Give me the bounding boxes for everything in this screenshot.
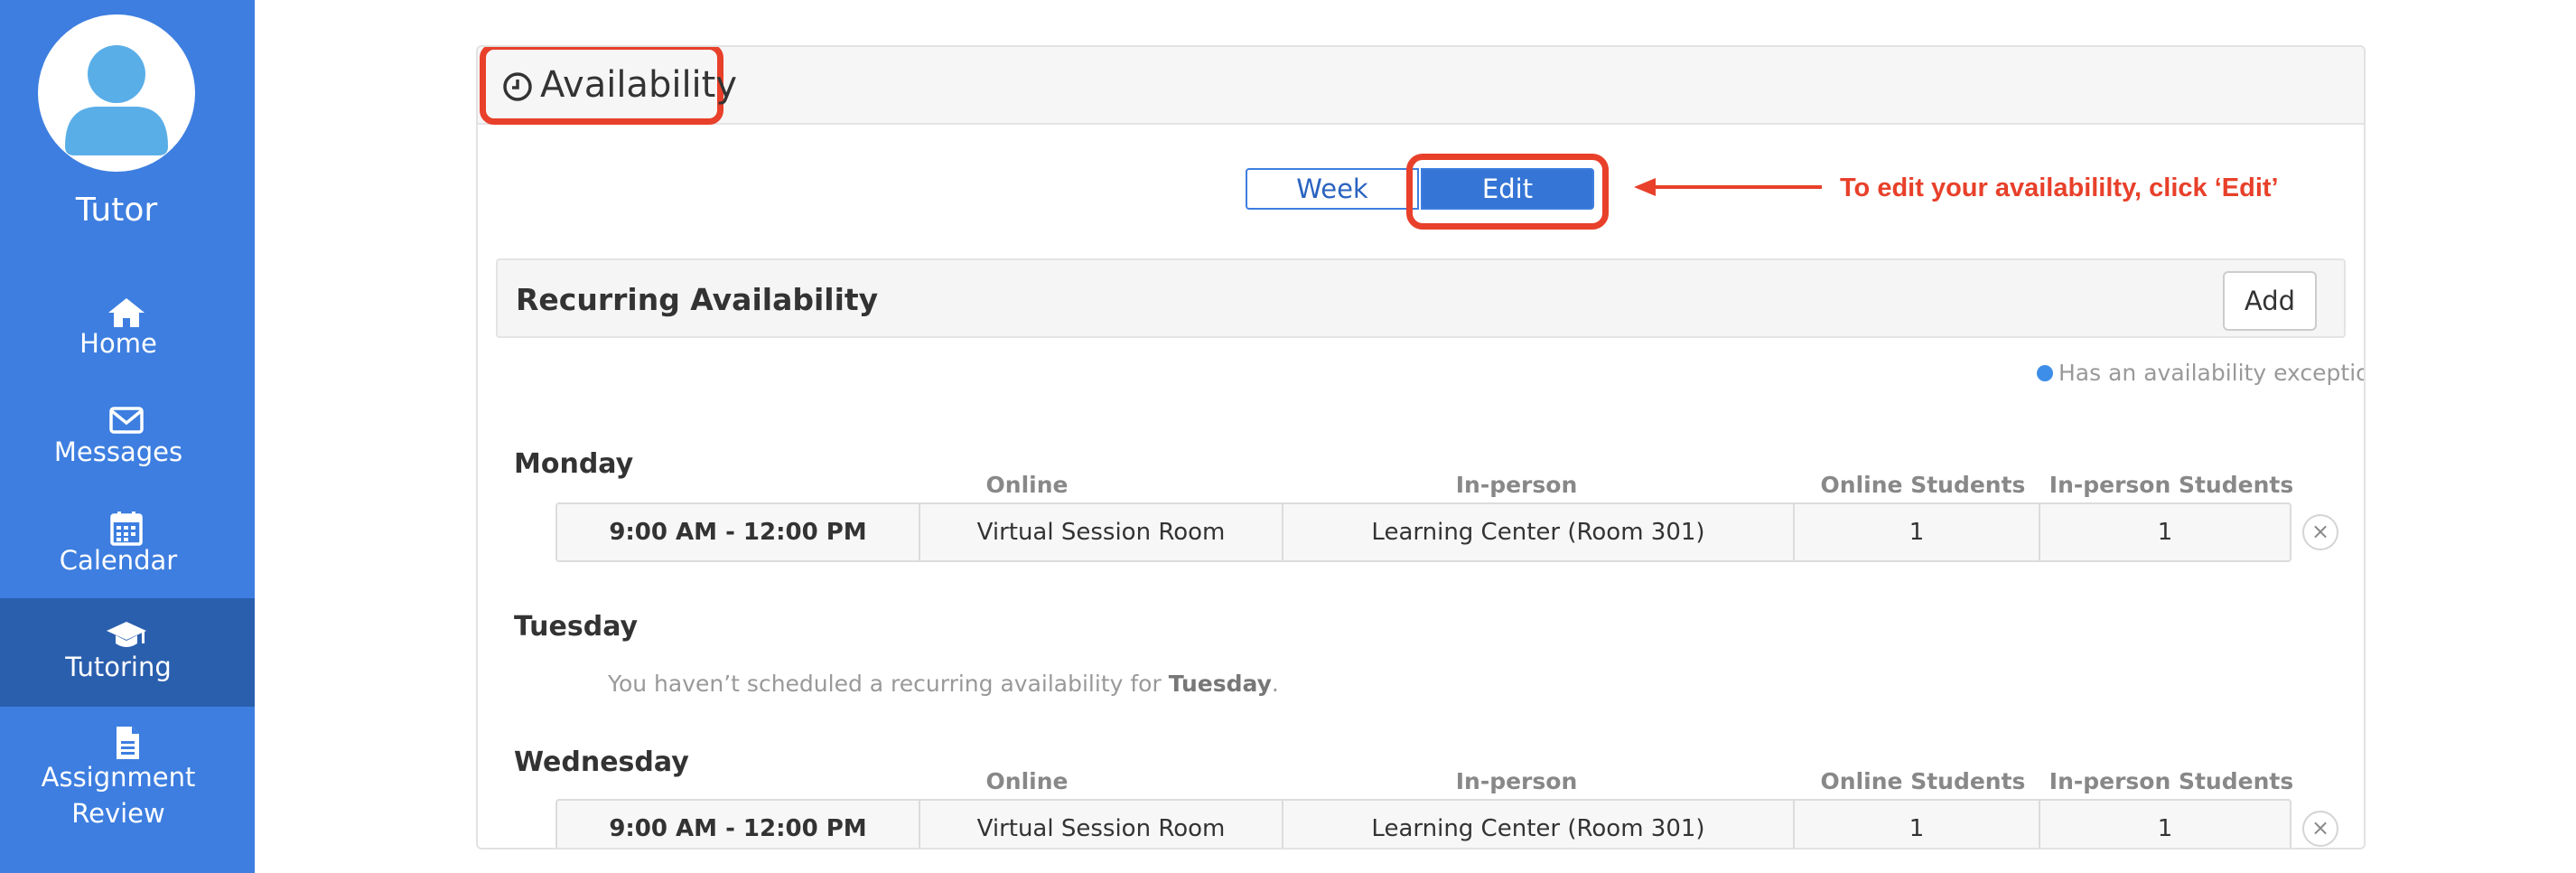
column-header-online: Online: [985, 768, 1069, 794]
slot-in-person-students: 1: [2157, 519, 2173, 546]
page-title: Availability: [540, 64, 738, 106]
week-toggle-button[interactable]: Week: [1246, 168, 1419, 210]
legend-text: Has an availability exception: [2058, 360, 2366, 386]
edit-highlight: [1406, 154, 1609, 230]
sidebar-item-messages[interactable]: Messages: [0, 385, 255, 493]
column-header-online-students: Online Students: [1820, 768, 2026, 794]
sidebar-item-tutoring[interactable]: Tutoring: [0, 598, 255, 707]
slot-online-location: Virtual Session Room: [920, 801, 1283, 848]
remove-slot-button[interactable]: ×: [2302, 811, 2338, 847]
column-header-in-person-students: In-person Students: [2049, 768, 2294, 794]
graduation-cap-icon: [107, 622, 146, 647]
document-icon: [117, 727, 139, 759]
legend: Has an availability exception: [2037, 360, 2366, 386]
day-title-wednesday: Wednesday: [514, 746, 689, 778]
avatar[interactable]: [38, 14, 195, 172]
slot-online-students: 1: [1795, 801, 2040, 848]
day-title-monday: Monday: [514, 448, 634, 480]
user-role: Tutor: [75, 192, 158, 229]
column-header-online: Online: [985, 472, 1069, 498]
slot-in-person-students: 1: [2157, 815, 2173, 842]
close-icon: ×: [2310, 815, 2330, 840]
empty-note-suffix: .: [1271, 671, 1279, 697]
sidebar-item-label: Assignment Review: [41, 762, 196, 829]
slot-in-person-location: Learning Center (Room 301): [1283, 504, 1795, 560]
calendar-icon: [110, 512, 143, 546]
column-header-online-students: Online Students: [1820, 472, 2026, 498]
slot-in-person-location: Learning Center (Room 301): [1283, 801, 1795, 848]
column-header-in-person: In-person: [1455, 472, 1578, 498]
recurring-availability-header: Recurring Availability Add: [496, 258, 2346, 338]
empty-availability-note: You haven’t scheduled a recurring availa…: [608, 671, 1279, 697]
title-highlight: Availability: [480, 47, 737, 125]
sidebar-item-home[interactable]: Home: [0, 277, 255, 385]
close-icon: ×: [2310, 519, 2330, 544]
sidebar-item-label: Home: [79, 328, 157, 359]
empty-note-day: Tuesday: [1168, 671, 1272, 697]
card-header: Availability: [478, 47, 2364, 125]
slot-online-location: Virtual Session Room: [920, 504, 1283, 560]
sidebar: Tutor Home Messages Calendar Tutoring As…: [0, 0, 255, 873]
empty-note-text: You haven’t scheduled a recurring availa…: [608, 671, 1169, 697]
sidebar-item-label: Messages: [53, 436, 183, 467]
slot-time: 9:00 AM - 12:00 PM: [557, 801, 920, 848]
table-row[interactable]: 9:00 AM - 12:00 PM Virtual Session Room …: [555, 799, 2291, 848]
sidebar-item-calendar[interactable]: Calendar: [0, 493, 255, 602]
table-row[interactable]: 9:00 AM - 12:00 PM Virtual Session Room …: [555, 502, 2291, 562]
section-title: Recurring Availability: [516, 282, 879, 317]
slot-time: 9:00 AM - 12:00 PM: [557, 504, 920, 560]
add-button[interactable]: Add: [2223, 271, 2317, 331]
exception-dot-icon: [2037, 365, 2053, 381]
sidebar-item-label: Tutoring: [65, 652, 172, 682]
user-avatar-icon: [65, 45, 168, 155]
day-title-tuesday: Tuesday: [514, 611, 639, 643]
arrow-left-icon: [1634, 178, 1822, 196]
slot-online-students: 1: [1795, 504, 2040, 560]
column-header-in-person: In-person: [1455, 768, 1578, 794]
column-header-in-person-students: In-person Students: [2049, 472, 2294, 498]
sidebar-item-assignment-review[interactable]: Assignment Review: [0, 707, 255, 842]
clock-icon: [503, 72, 532, 101]
sidebar-item-label: Calendar: [59, 545, 178, 576]
remove-slot-button[interactable]: ×: [2302, 514, 2338, 550]
edit-instruction: To edit your availabililty, click ‘Edit’: [1840, 174, 2279, 202]
availability-card: Availability Week Edit To edit your avai…: [476, 45, 2366, 850]
